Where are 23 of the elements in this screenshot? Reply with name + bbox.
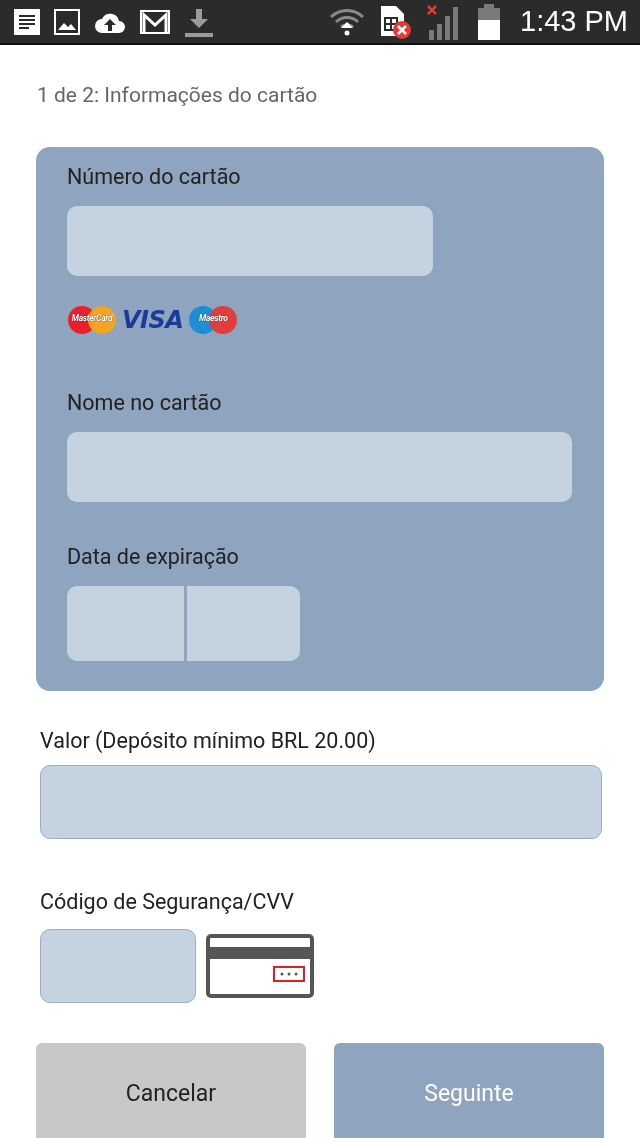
wifi-icon — [330, 7, 364, 36]
card-number-field[interactable] — [67, 206, 433, 276]
field-label: Data de expiração — [67, 543, 240, 571]
image-icon — [54, 8, 80, 35]
expiry-month-field[interactable] — [67, 586, 184, 661]
field-label: Nome no cartão — [67, 389, 223, 417]
cvv-field[interactable] — [40, 929, 196, 1003]
cancel-button[interactable]: Cancelar — [36, 1043, 306, 1138]
card-back-icon — [206, 934, 314, 998]
field-label: Código de Segurança/CVV — [40, 888, 295, 916]
battery-icon — [478, 3, 500, 40]
field-label: Valor (Depósito mínimo BRL 20.00) — [40, 727, 377, 755]
step-title: 1 de 2: Informações do cartão — [37, 83, 319, 107]
expiry-year-field[interactable] — [187, 586, 300, 661]
mail-icon — [140, 9, 170, 34]
download-icon — [184, 6, 214, 37]
field-label: Número do cartão — [67, 163, 242, 191]
clock-time: 1:43 PM — [520, 5, 628, 38]
notes-icon — [14, 8, 40, 35]
sim-error-icon — [378, 3, 412, 40]
card-name-field[interactable] — [67, 432, 572, 502]
amount-field[interactable] — [40, 765, 602, 839]
visa-logo: VISA — [122, 305, 184, 335]
